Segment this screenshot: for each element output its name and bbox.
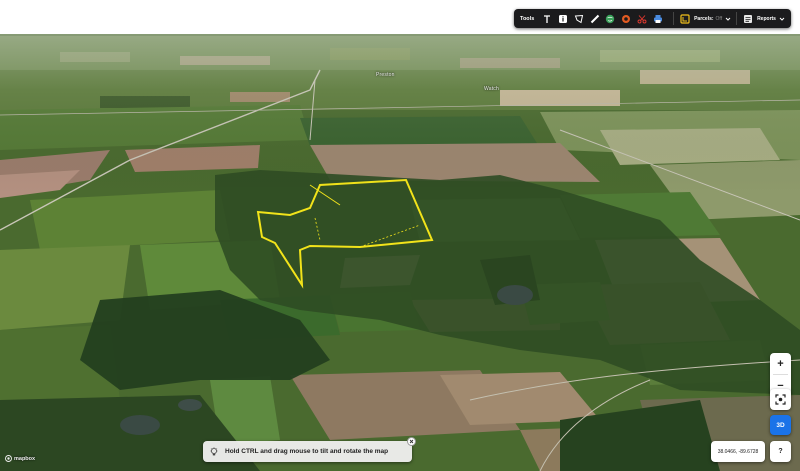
chevron-down-icon: [779, 17, 785, 21]
reports-icon: [742, 13, 753, 24]
toolbar-divider: [673, 12, 675, 25]
terrain-layer: [0, 0, 800, 471]
lightbulb-icon: [210, 446, 218, 455]
plus-icon: +: [777, 357, 784, 370]
toolbar-divider: [736, 12, 738, 25]
place-label-watch: Watch: [484, 86, 499, 92]
parcels-toggle[interactable]: Parcels: Off: [679, 13, 731, 24]
reports-label: Reports: [757, 15, 776, 22]
chevron-down-icon: [725, 17, 731, 21]
text-icon[interactable]: [542, 13, 552, 24]
3d-toggle-button[interactable]: 3D: [770, 415, 791, 435]
fullscreen-control: [770, 389, 791, 410]
fullscreen-icon: [775, 394, 786, 405]
close-icon: [409, 439, 414, 444]
mapbox-logo-text: mapbox: [14, 455, 36, 462]
tip-close-button[interactable]: [407, 437, 416, 446]
parcels-label: Parcels:: [694, 15, 714, 22]
place-label-preston: Preston: [376, 72, 395, 78]
ruler-icon[interactable]: [589, 13, 599, 24]
help-button[interactable]: ?: [770, 441, 791, 462]
coordinates-readout: 38.0466, -89.6728: [711, 441, 765, 462]
tip-text: Hold CTRL and drag mouse to tilt and rot…: [225, 448, 389, 455]
reports-menu[interactable]: Reports: [742, 13, 785, 24]
info-icon[interactable]: [558, 13, 568, 24]
mapbox-logo[interactable]: mapbox: [5, 455, 35, 462]
pond: [497, 285, 533, 305]
scissors-icon[interactable]: [637, 13, 647, 24]
tools-label: Tools: [520, 15, 535, 22]
fullscreen-button[interactable]: [770, 389, 791, 410]
pond: [120, 415, 160, 435]
mapbox-mark-icon: [5, 455, 12, 462]
zoom-in-button[interactable]: +: [770, 353, 791, 374]
print-icon[interactable]: [652, 13, 662, 24]
parcels-value: Off: [715, 15, 723, 22]
tilt-tip-toast: Hold CTRL and drag mouse to tilt and rot…: [203, 441, 412, 462]
map-toolbar: Tools Parcels: Off Reports: [514, 9, 791, 28]
satellite-map[interactable]: Preston Watch: [0, 0, 800, 471]
polygon-icon[interactable]: [574, 13, 584, 24]
globe-icon[interactable]: [605, 13, 615, 24]
parcels-icon: [679, 13, 690, 24]
circle-icon[interactable]: [621, 13, 631, 24]
